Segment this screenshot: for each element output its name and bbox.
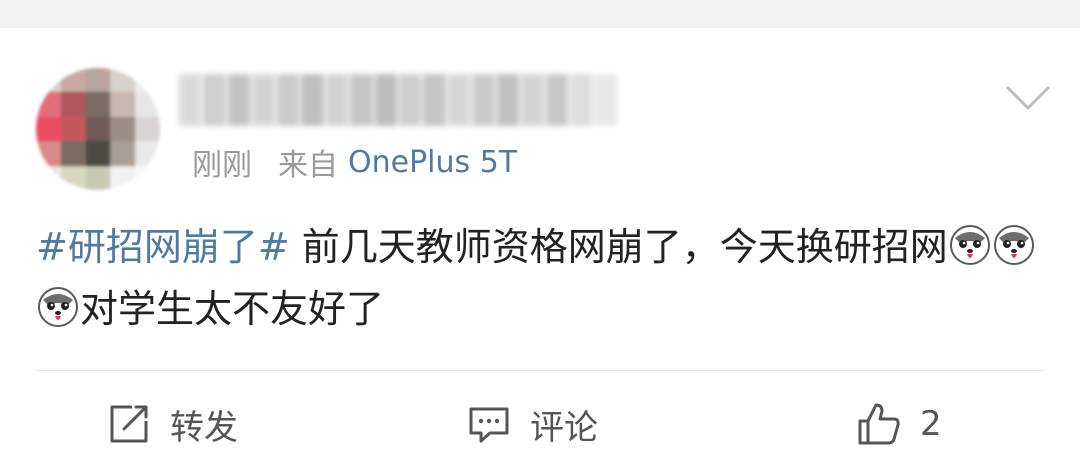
post-meta: 刚刚 来自 OnePlus 5T	[192, 140, 517, 184]
username[interactable]	[178, 74, 618, 126]
thumbs-up-icon	[858, 403, 900, 445]
repost-icon	[110, 405, 148, 443]
husky-emoji-icon	[949, 225, 990, 265]
comment-label: 评论	[530, 407, 598, 448]
post-text: 前几天教师资格网崩了，今天换研招网	[289, 225, 948, 269]
post-text-tail: 对学生太不友好了	[80, 287, 385, 331]
repost-label: 转发	[170, 407, 238, 448]
repost-button[interactable]: 转发	[106, 396, 238, 452]
like-count: 2	[920, 404, 942, 444]
source-device-link[interactable]: OnePlus 5T	[348, 145, 517, 180]
husky-emoji-icon	[38, 287, 78, 327]
top-bar	[0, 0, 1080, 28]
post-time: 刚刚	[192, 148, 252, 183]
post-content: #研招网崩了# 前几天教师资格网崩了，今天换研招网 对学生太不友好了	[36, 216, 1046, 340]
divider	[36, 370, 1044, 371]
topic-link[interactable]: #研招网崩了#	[36, 225, 290, 269]
like-button[interactable]: 2	[856, 396, 942, 452]
chevron-down-icon[interactable]	[1006, 86, 1050, 110]
source-prefix: 来自	[278, 148, 338, 183]
husky-emoji-icon	[993, 225, 1034, 265]
avatar[interactable]	[36, 68, 160, 190]
comment-icon	[469, 407, 509, 443]
comment-button[interactable]: 评论	[466, 396, 598, 452]
